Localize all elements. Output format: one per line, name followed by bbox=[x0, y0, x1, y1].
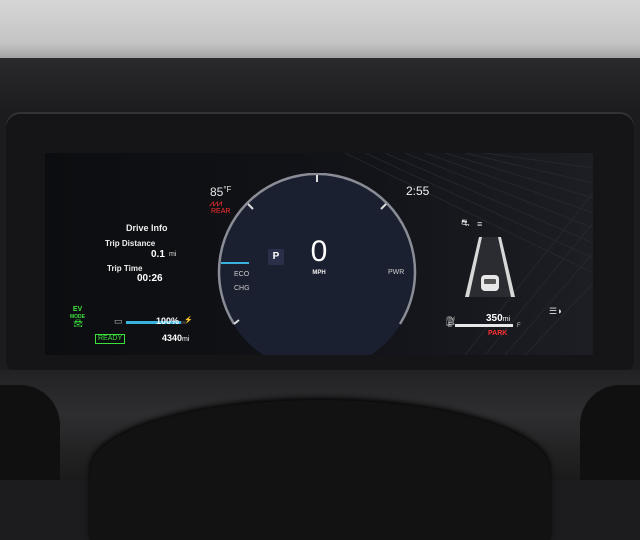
battery-percent-value: 100 bbox=[156, 316, 172, 326]
fuel-bar-fill bbox=[455, 324, 513, 327]
fuel-range-value: 350 bbox=[486, 313, 503, 324]
battery-percent: 100% bbox=[156, 316, 179, 326]
ev-range-value: 4340 bbox=[162, 333, 183, 343]
gear-indicator: P bbox=[268, 249, 284, 265]
pwr-label: PWR bbox=[388, 269, 405, 276]
headlight-icon: ☰◗ bbox=[549, 306, 563, 316]
ev-mode-line1: EV bbox=[72, 306, 83, 313]
ev-range-unit: mi bbox=[182, 336, 190, 343]
battery-percent-unit: % bbox=[171, 316, 180, 326]
speed-value: 0 bbox=[310, 235, 328, 268]
trip-distance-label: Trip Distance bbox=[105, 239, 156, 248]
background-wall bbox=[0, 0, 640, 62]
steering-wheel bbox=[90, 400, 550, 540]
fuel-range-readout: 350mi bbox=[486, 313, 510, 324]
chg-label: CHG bbox=[234, 285, 250, 292]
own-vehicle-window bbox=[484, 279, 496, 284]
trip-distance-value: 0.1 bbox=[151, 249, 165, 260]
battery-icon: ▭ bbox=[114, 316, 123, 326]
fuel-full-label: F bbox=[517, 323, 521, 329]
clock: 2:55 bbox=[406, 184, 430, 198]
park-indicator: PARK bbox=[488, 330, 508, 337]
driver-assist-icon: ⛐ bbox=[461, 218, 470, 229]
lane-view bbox=[465, 237, 515, 297]
instrument-cluster-screen: 85°F ⩘⩘⩘ REAR Drive Info Trip Distance 0… bbox=[45, 153, 593, 355]
speed-unit: MPH bbox=[312, 270, 326, 276]
trip-time-label: Trip Time bbox=[107, 264, 143, 273]
lane-keep-icon: ≡ bbox=[477, 219, 483, 229]
eco-label: ECO bbox=[234, 271, 250, 278]
trip-time-value: 00:26 bbox=[137, 273, 163, 284]
trip-distance-unit: mi bbox=[169, 251, 177, 258]
plug-icon: ⚡ bbox=[184, 317, 193, 324]
ev-range-readout: 4340mi bbox=[162, 333, 189, 343]
dashboard-top bbox=[0, 58, 640, 118]
steering-wheel-left bbox=[0, 385, 60, 480]
fuel-empty-label: E bbox=[448, 323, 453, 329]
ev-car-icon: 🚘︎ bbox=[73, 319, 84, 328]
drive-info-title: Drive Info bbox=[126, 223, 168, 233]
steering-wheel-right bbox=[580, 385, 640, 480]
fuel-range-unit: mi bbox=[502, 316, 511, 323]
ready-indicator: READY bbox=[95, 334, 126, 344]
